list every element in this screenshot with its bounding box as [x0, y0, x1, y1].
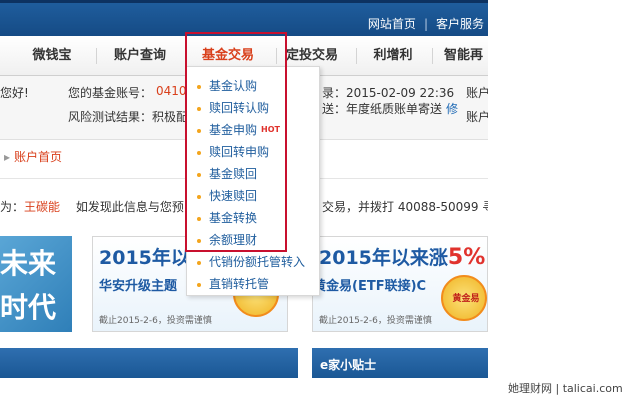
bullet-icon — [197, 282, 201, 287]
reserved-name: 王碳能 — [24, 200, 61, 214]
risk-result: 风险测试结果：积极配 — [68, 110, 189, 124]
promo-banner-gold[interactable]: 2015年以来涨5% 黄金易(ETF联接)C 截止2015-2-6，投资需谨慎 … — [312, 236, 488, 332]
gold-badge: 黄金易 — [441, 275, 487, 321]
customer-service-link[interactable]: 客户服务 — [436, 17, 484, 31]
watermark: 她理财网 | talicai.com — [508, 382, 623, 395]
right-account-link[interactable]: 账户 — [466, 84, 488, 101]
greeting: 您好! — [0, 86, 29, 100]
banner-left-line2: 时代 — [0, 291, 57, 324]
banner2-note: 截止2015-2-6，投资需谨慎 — [319, 316, 432, 326]
banner2-headline-text: 2015年以来涨 — [319, 247, 448, 269]
last-login: 录：2015-02-09 22:36 — [322, 86, 455, 100]
header-links: 网站首页 | 客户服务 — [364, 15, 488, 32]
nav-item-smart[interactable]: 智能再 — [444, 36, 488, 76]
menu-item-label: 直销转托管 — [209, 277, 270, 291]
breadcrumb: ▸ 账户首页 — [0, 148, 62, 165]
highlight-box — [185, 32, 287, 252]
tips-title: e家小贴士 — [320, 358, 377, 372]
nav-item-weiqianbao[interactable]: 微钱宝 — [24, 36, 80, 76]
bill-modify-link[interactable]: 修 — [446, 100, 458, 117]
banner-left-line1: 未来 — [0, 247, 57, 280]
page-canvas: 网站首页 | 客户服务 微钱宝 账户查询 基金交易 定投交易 利增利 智能再 您好!… — [0, 0, 488, 400]
bill-delivery: 送：年度纸质账单寄送 — [322, 102, 443, 116]
nav-divider — [356, 48, 357, 64]
banner2-headline: 2015年以来涨5% — [319, 243, 485, 270]
home-link[interactable]: 网站首页 — [368, 17, 416, 31]
menu-item-label: 代销份额托管转入 — [209, 255, 306, 269]
notice-text-right: 交易，并拨打 40088-50099 寻求 — [322, 200, 488, 214]
security-notice: 为：王碳能 如发现此信息与您预 — [0, 198, 184, 215]
gold-badge-text: 黄金易 — [452, 294, 480, 304]
nav-divider — [96, 48, 97, 64]
banner2-subtitle: 黄金易(ETF联接)C — [313, 279, 427, 294]
bottom-panel-header-tips: e家小贴士 — [312, 348, 488, 378]
account-label: 您的基金账号： — [68, 86, 153, 100]
top-header-bar: 网站首页 | 客户服务 — [0, 0, 488, 36]
nav-divider — [432, 48, 433, 64]
nav-item-lizengli[interactable]: 利增利 — [370, 36, 416, 76]
header-separator: | — [423, 17, 428, 31]
banner2-percent: 5% — [447, 245, 486, 270]
breadcrumb-arrow: ▸ — [4, 150, 11, 164]
banner1-note: 截止2015-2-6，投资需谨慎 — [99, 316, 212, 326]
account-number: 0410 — [156, 84, 187, 98]
bullet-icon — [197, 260, 201, 265]
right-account-link-2[interactable]: 账户 — [466, 108, 488, 125]
bottom-panel-header-left — [0, 348, 298, 378]
breadcrumb-home[interactable]: 账户首页 — [14, 150, 62, 164]
nav-item-account-query[interactable]: 账户查询 — [108, 36, 172, 76]
banner1-subtitle: 华安升级主题 — [99, 279, 178, 294]
notice-prefix: 为： — [0, 200, 25, 214]
promo-banner-left[interactable]: 未来 时代 — [0, 236, 72, 332]
menu-item-custody-transfer-in[interactable]: 代销份额托管转入 — [197, 251, 305, 273]
menu-item-direct-custody-transfer[interactable]: 直销转托管 — [197, 273, 269, 295]
notice-text: 如发现此信息与您预 — [75, 200, 184, 214]
banner1-headline: 2015年以 — [99, 247, 190, 269]
